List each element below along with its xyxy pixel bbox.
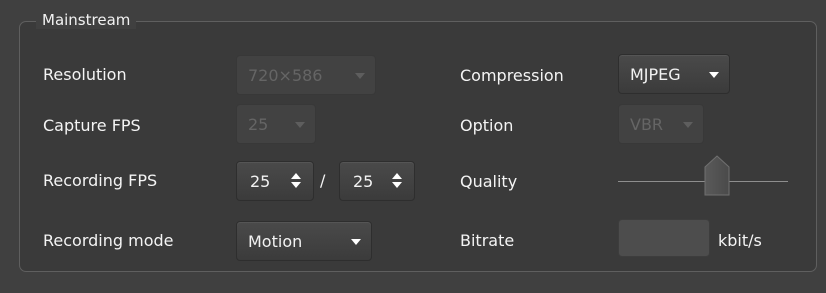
compression-combo[interactable]: MJPEG bbox=[618, 54, 730, 94]
option-label: Option bbox=[460, 116, 514, 135]
recording-fps-value-b: 25 bbox=[353, 172, 374, 191]
resolution-combo[interactable]: 720×586 bbox=[236, 55, 376, 95]
up-down-arrows-icon[interactable] bbox=[291, 173, 301, 189]
fps-separator: / bbox=[320, 171, 326, 190]
chevron-down-icon bbox=[709, 72, 719, 78]
recording-fps-spinbox-b[interactable]: 25 bbox=[339, 161, 415, 201]
recording-fps-spinbox-a[interactable]: 25 bbox=[236, 161, 314, 201]
recording-fps-label: Recording FPS bbox=[43, 171, 158, 190]
resolution-value: 720×586 bbox=[248, 66, 323, 85]
compression-value: MJPEG bbox=[630, 65, 681, 84]
chevron-down-icon bbox=[295, 122, 305, 128]
group-title: Mainstream bbox=[36, 11, 137, 29]
capture-fps-combo[interactable]: 25 bbox=[236, 104, 316, 144]
quality-label: Quality bbox=[460, 172, 518, 191]
quality-slider-handle[interactable] bbox=[703, 155, 731, 197]
chevron-down-icon bbox=[683, 122, 693, 128]
recording-mode-combo[interactable]: Motion bbox=[236, 221, 372, 261]
chevron-down-icon bbox=[351, 239, 361, 245]
bitrate-input[interactable] bbox=[618, 219, 710, 257]
recording-fps-value-a: 25 bbox=[250, 172, 271, 191]
capture-fps-label: Capture FPS bbox=[43, 116, 141, 135]
bitrate-unit: kbit/s bbox=[718, 231, 762, 250]
option-combo[interactable]: VBR bbox=[618, 104, 704, 144]
capture-fps-value: 25 bbox=[248, 115, 269, 134]
compression-label: Compression bbox=[460, 66, 564, 85]
recording-mode-label: Recording mode bbox=[43, 231, 174, 250]
resolution-label: Resolution bbox=[43, 65, 127, 84]
bitrate-label: Bitrate bbox=[460, 231, 515, 250]
up-down-arrows-icon[interactable] bbox=[392, 173, 402, 189]
recording-mode-value: Motion bbox=[248, 232, 303, 251]
option-value: VBR bbox=[630, 115, 664, 134]
chevron-down-icon bbox=[355, 73, 365, 79]
